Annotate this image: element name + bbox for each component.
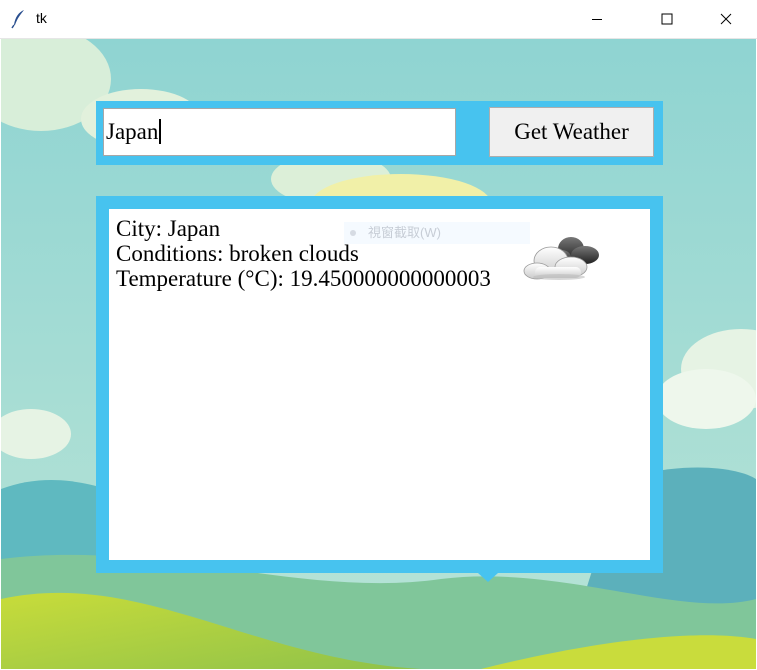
overlay-tooltip-text: 視窗截取(W) (368, 225, 441, 240)
result-panel: City: Japan Conditions: broken clouds Te… (96, 196, 663, 573)
minimize-icon (592, 19, 602, 20)
window-title: tk (36, 10, 47, 26)
temperature-line: Temperature (°C): 19.450000000000003 (116, 266, 491, 291)
feather-icon (11, 10, 24, 29)
text-caret (159, 119, 162, 144)
close-icon (720, 13, 732, 25)
minimize-button[interactable] (574, 0, 620, 38)
maximize-button[interactable] (644, 0, 690, 38)
conditions-line: Conditions: broken clouds (116, 241, 359, 266)
close-button[interactable] (703, 0, 749, 38)
broken-clouds-icon (523, 237, 599, 280)
overlay-tooltip: 視窗截取(W) (344, 222, 530, 244)
location-input[interactable]: Japan (103, 108, 456, 156)
window-title-bar[interactable]: tk (0, 0, 757, 39)
get-weather-button[interactable]: Get Weather (489, 107, 654, 157)
weather-result-box: City: Japan Conditions: broken clouds Te… (109, 209, 650, 560)
search-panel: Japan Get Weather (96, 101, 663, 165)
location-input-value: Japan (106, 119, 159, 144)
app-client-area: Japan Get Weather City: Japan Conditions… (1, 39, 756, 669)
maximize-icon (661, 13, 673, 25)
city-line: City: Japan (116, 216, 221, 241)
